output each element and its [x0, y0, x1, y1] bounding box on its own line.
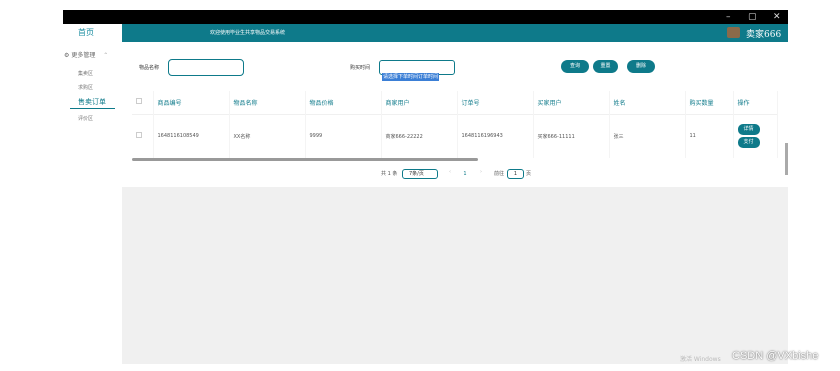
prev-page-icon[interactable]: ‹	[449, 169, 451, 175]
minimize-icon[interactable]: –	[726, 12, 731, 22]
user-avatar-icon[interactable]	[727, 27, 740, 38]
table-cell: 张三	[609, 113, 686, 158]
settings-icon: ⚙	[64, 52, 70, 59]
col-header: 订单号	[457, 91, 534, 114]
reset-button[interactable]: 重置	[593, 60, 618, 73]
sidebar-group-more[interactable]: ⚙ 更多管理 ⌃	[64, 50, 108, 59]
table-header-row: 商品编号 物品名称 物品价格 商家用户 订单号 买家用户 姓名 购买数量 操作	[132, 91, 778, 114]
app-window: – ▢ ✕ 首页 ⚙ 更多管理 ⌃ 集卖区 求购区 售卖订单 评价区 欢迎使用毕…	[0, 0, 840, 371]
welcome-text: 欢迎使用毕业生共享物品交易系统	[210, 30, 286, 36]
csdn-watermark: CSDN @VXbishe	[732, 350, 819, 362]
maximize-icon[interactable]: ▢	[748, 12, 757, 22]
table-cell: 买家666-11111	[533, 113, 610, 158]
purchase-time-label: 购买时间	[350, 65, 371, 71]
sidebar-item-reviews[interactable]: 评价区	[78, 115, 93, 122]
row-select-cell[interactable]	[132, 113, 154, 158]
query-button[interactable]: 查询	[561, 60, 589, 73]
sidebar-item-want-area[interactable]: 求购区	[78, 84, 93, 91]
purchase-time-value: 请选择下单时间订单时间	[382, 73, 440, 81]
delete-button[interactable]: 删除	[627, 60, 655, 73]
table-row: 1648116108549 XX名称 9999 商家666-22222 1648…	[132, 113, 778, 158]
orders-table: 商品编号 物品名称 物品价格 商家用户 订单号 买家用户 姓名 购买数量 操作 …	[132, 91, 778, 158]
item-name-input[interactable]	[168, 59, 244, 76]
col-header: 商品编号	[153, 91, 230, 114]
row-checkbox[interactable]	[136, 132, 142, 139]
table-cell: 商家666-22222	[381, 113, 458, 158]
window-titlebar	[63, 10, 788, 24]
table-horizontal-scrollbar[interactable]	[132, 158, 478, 161]
sidebar-group-label: 更多管理	[71, 52, 96, 59]
sidebar-item-sell-area[interactable]: 集卖区	[78, 70, 93, 77]
pay-button[interactable]: 支付	[737, 137, 760, 149]
chevron-up-icon: ⌃	[103, 52, 109, 59]
close-icon[interactable]: ✕	[773, 12, 781, 22]
page-vertical-scrollbar[interactable]	[785, 143, 788, 175]
table-cell: 1648116196943	[457, 113, 534, 158]
goto-prefix: 前往	[494, 171, 505, 177]
next-page-icon[interactable]: ›	[480, 169, 482, 175]
sidebar-item-sell-orders[interactable]: 售卖订单	[70, 97, 115, 109]
username-label[interactable]: 卖家666	[746, 27, 781, 40]
table-cell: XX名称	[229, 113, 306, 158]
col-header: 购买数量	[685, 91, 734, 114]
pagination-total: 共 1 条	[381, 171, 398, 177]
table-cell: 9999	[305, 113, 382, 158]
select-all-header[interactable]	[132, 91, 154, 114]
table-cell: 1648116108549	[153, 113, 230, 158]
purchase-time-input[interactable]: 请选择下单时间订单时间	[379, 60, 455, 81]
current-page-number[interactable]: 1	[459, 169, 471, 179]
goto-page-input[interactable]: 1	[507, 169, 524, 179]
col-header: 商家用户	[381, 91, 458, 114]
page-size-select[interactable]: 7条/页	[402, 169, 438, 179]
col-header: 物品名称	[229, 91, 306, 114]
sidebar-home-link[interactable]: 首页	[78, 27, 94, 38]
row-actions-cell: 详情 支付	[733, 113, 778, 158]
windows-activation-watermark: 激活 Windows	[680, 356, 721, 363]
goto-suffix: 页	[526, 171, 532, 177]
col-header: 物品价格	[305, 91, 382, 114]
col-header: 操作	[733, 91, 778, 114]
details-button[interactable]: 详情	[737, 124, 760, 136]
table-cell: 11	[685, 113, 734, 158]
item-name-label: 物品名称	[139, 65, 160, 71]
col-header: 买家用户	[533, 91, 610, 114]
select-all-checkbox[interactable]	[136, 98, 142, 105]
col-header: 姓名	[609, 91, 686, 114]
